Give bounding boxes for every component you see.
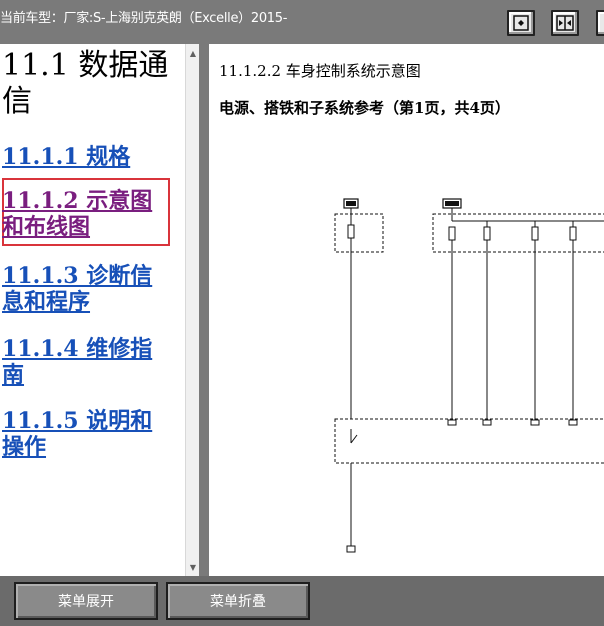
- body-control-module: [334, 418, 604, 464]
- toc-link-specs[interactable]: 11.1.1 规格: [2, 144, 172, 170]
- content-panel: 11.1.2.2 车身控制系统示意图 电源、搭铁和子系统参考（第1页，共4页）: [209, 44, 604, 576]
- expand-menu-button[interactable]: 菜单展开: [14, 582, 158, 620]
- toc-panel: 11.1 数据通信 11.1.1 规格 11.1.2 示意图和布线图 11.1.…: [0, 44, 185, 576]
- single-pane-icon: [513, 15, 529, 31]
- collapse-menu-button[interactable]: 菜单折叠: [166, 582, 310, 620]
- extra-button[interactable]: [596, 10, 604, 36]
- fuse-block-right: [432, 213, 604, 253]
- scroll-up-icon[interactable]: ▲: [186, 46, 200, 60]
- pane-splitter[interactable]: [199, 44, 209, 576]
- wiring-diagram: [334, 198, 604, 553]
- page-title: 11.1.2.2 车身控制系统示意图: [219, 62, 421, 80]
- fuse-icon: [347, 224, 355, 239]
- ground-icon: [346, 545, 356, 553]
- scroll-down-icon[interactable]: ▼: [186, 560, 200, 574]
- toc-scrollbar[interactable]: ▲ ▼: [185, 44, 199, 576]
- title-bar: 当前车型：厂家:S-上海别克英朗（Excelle）2015-: [0, 0, 604, 44]
- toc-link-description-operation[interactable]: 11.1.5 说明和操作: [2, 408, 172, 460]
- toc-link-repair-guide[interactable]: 11.1.4 维修指南: [2, 336, 172, 388]
- toc-link-diagnostics[interactable]: 11.1.3 诊断信息和程序: [2, 263, 172, 315]
- fuse-block-left: [334, 213, 384, 253]
- section-heading: 11.1 数据通信: [2, 48, 169, 119]
- layout-toggle-button[interactable]: [507, 10, 535, 36]
- split-pane-icon: [556, 15, 574, 31]
- window-title: 当前车型：厂家:S-上海别克英朗（Excelle）2015-: [0, 11, 288, 26]
- toc-link-diagrams[interactable]: 11.1.2 示意图和布线图: [2, 188, 172, 240]
- split-view-button[interactable]: [551, 10, 579, 36]
- bottom-bar: 菜单展开 菜单折叠: [0, 576, 604, 626]
- page-subtitle: 电源、搭铁和子系统参考（第1页，共4页）: [219, 99, 510, 117]
